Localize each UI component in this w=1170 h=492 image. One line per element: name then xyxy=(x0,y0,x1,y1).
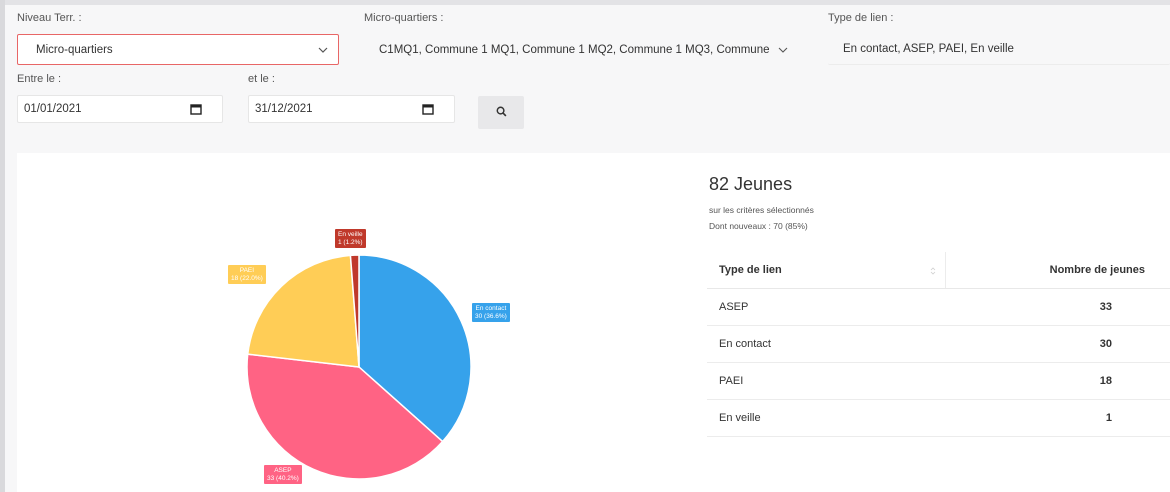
header-nombre[interactable]: Nombre de jeunes xyxy=(946,264,1170,276)
criteria-text: sur les critères sélectionnés xyxy=(709,205,814,215)
pie-data-label-value: 1 (1.2%) xyxy=(338,238,363,246)
pie-data-label-value: 30 (36.6%) xyxy=(475,312,507,320)
table-row: PAEI 18 xyxy=(707,363,1170,400)
pie-data-label: PAEI 18 (22.0%) xyxy=(228,265,266,284)
total-jeunes: 82 Jeunes xyxy=(709,174,793,194)
pie-data-label-name: PAEI xyxy=(239,267,255,274)
pie-data-label-value: 18 (22.0%) xyxy=(231,274,263,282)
table-row: En contact 30 xyxy=(707,326,1170,363)
cell-count: 33 xyxy=(1099,301,1112,313)
cell-count: 30 xyxy=(1099,338,1112,350)
pie-data-label: ASEP 33 (40.2%) xyxy=(264,465,302,484)
cell-type: ASEP xyxy=(719,301,749,313)
header-type-lien-label: Type de lien xyxy=(719,264,782,276)
pie-data-label: En contact 30 (36.6%) xyxy=(472,303,510,322)
table-row: En veille 1 xyxy=(707,400,1170,437)
table-row: ASEP 33 xyxy=(707,289,1170,326)
pie-data-label-name: En contact xyxy=(475,305,507,312)
cell-type: En contact xyxy=(719,338,771,350)
sort-icon[interactable] xyxy=(929,266,937,275)
cell-type: PAEI xyxy=(719,375,744,387)
nouveaux-text: Dont nouveaux : 70 (85%) xyxy=(709,221,808,231)
pie-data-label-value: 33 (40.2%) xyxy=(267,474,299,482)
cell-count: 18 xyxy=(1099,375,1112,387)
results-table: Type de lien Nombre de jeunes ASEP 33 En… xyxy=(707,252,1170,437)
pie-data-label-name: En veille xyxy=(338,231,363,238)
cell-type: En veille xyxy=(719,412,761,424)
pie-data-label-name: ASEP xyxy=(274,467,292,474)
header-type-lien[interactable]: Type de lien xyxy=(707,252,946,288)
pie-data-label: En veille 1 (1.2%) xyxy=(335,229,366,248)
cell-count: 1 xyxy=(1105,412,1112,424)
table-header: Type de lien Nombre de jeunes xyxy=(707,252,1170,289)
